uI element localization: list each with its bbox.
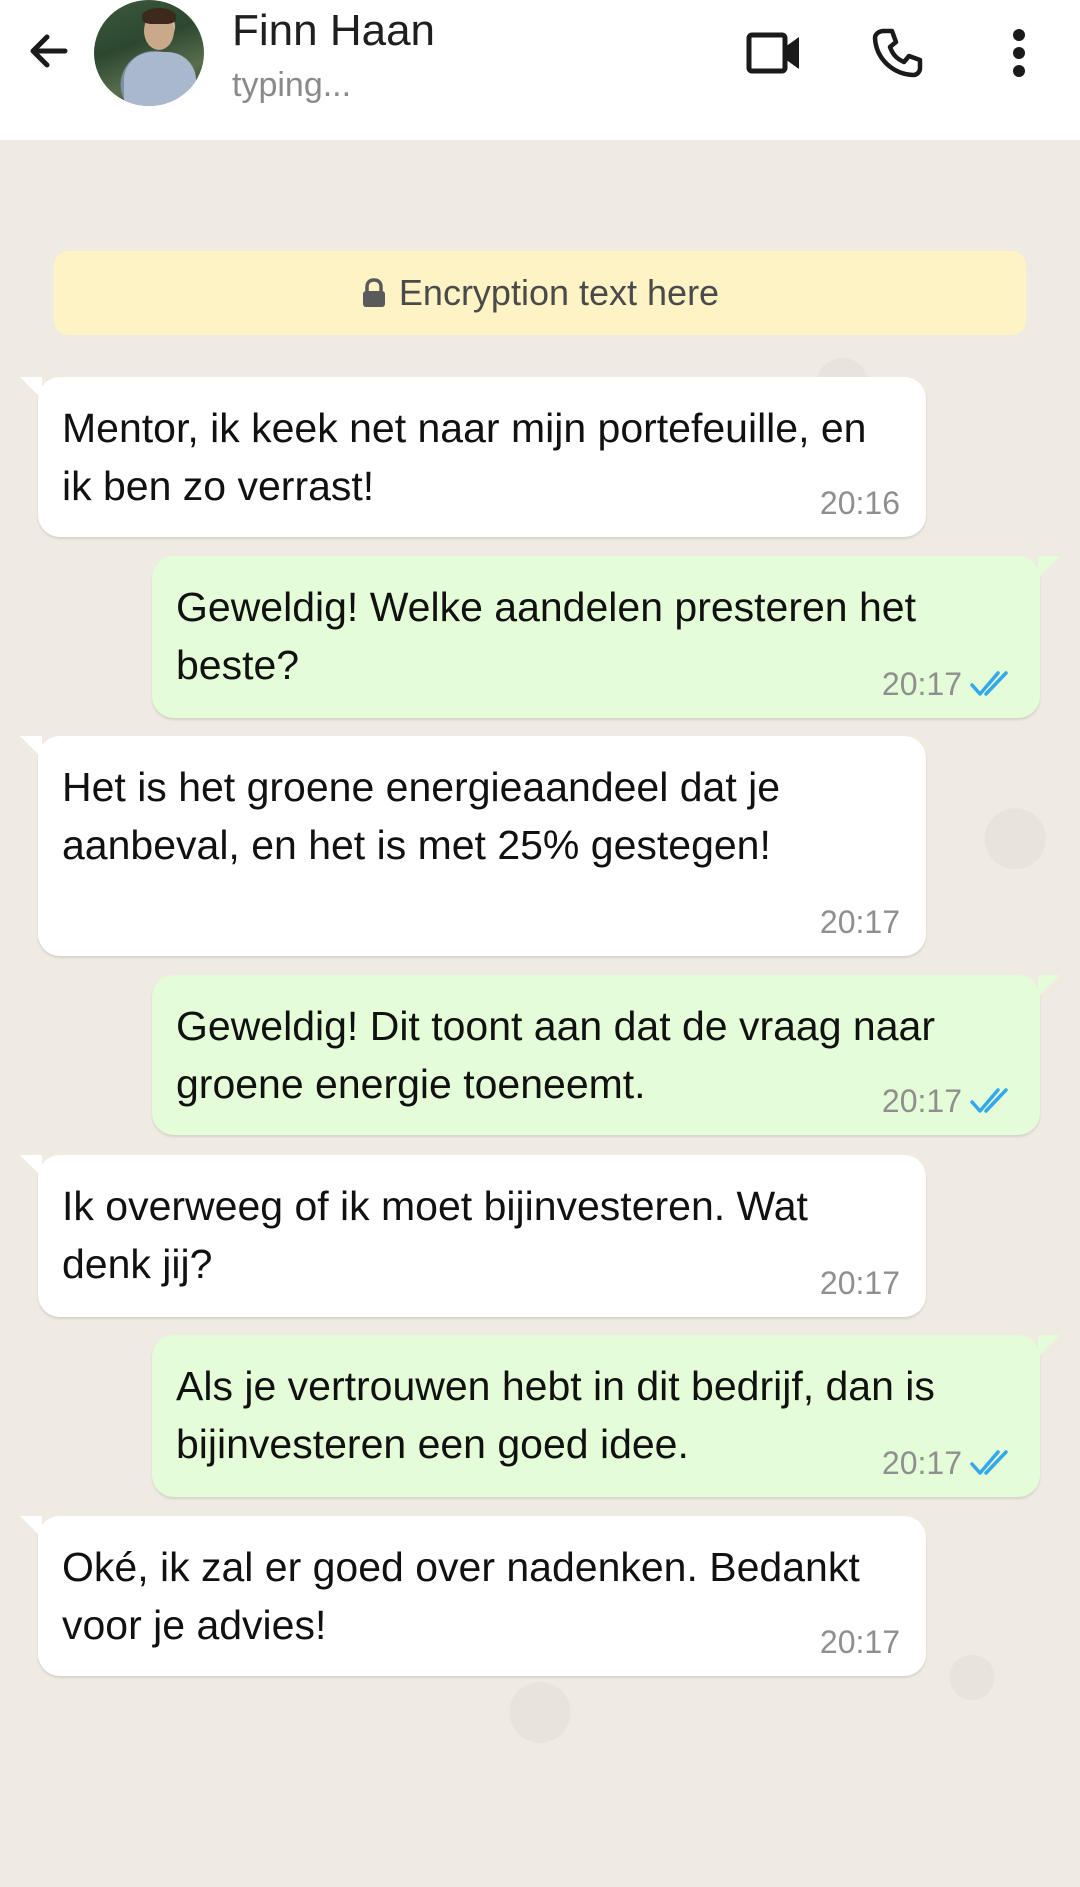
message-time: 20:17 xyxy=(819,1624,900,1660)
message-meta: 20:17 xyxy=(882,1445,1014,1481)
message-bubble-outgoing[interactable]: Geweldig! Dit toont aan dat de vraag naa… xyxy=(152,975,1060,1135)
message-bubble-incoming[interactable]: Mentor, ik keek net naar mijn portefeuil… xyxy=(20,377,926,537)
more-options-button[interactable] xyxy=(984,22,1054,84)
message-meta: 20:17 xyxy=(882,1083,1014,1119)
voice-call-button[interactable] xyxy=(862,22,932,84)
message-meta: 20:17 xyxy=(820,904,900,940)
message-meta: 20:17 xyxy=(820,1265,900,1301)
message-meta: 20:17 xyxy=(820,1624,900,1660)
message-text: Het is het groene energieaandeel dat je … xyxy=(62,764,781,868)
encryption-notice[interactable]: Encryption text here xyxy=(54,251,1026,335)
double-check-icon xyxy=(970,1448,1014,1478)
message-time: 20:17 xyxy=(881,666,962,702)
contact-name[interactable]: Finn Haan xyxy=(232,6,435,56)
message-time: 20:17 xyxy=(819,904,900,940)
back-button[interactable] xyxy=(18,20,80,82)
message-time: 20:17 xyxy=(881,1083,962,1119)
message-text: Ik overweeg of ik moet bijinvesteren. Wa… xyxy=(62,1183,808,1287)
message-text: Mentor, ik keek net naar mijn portefeuil… xyxy=(62,405,867,509)
message-meta: 20:16 xyxy=(820,485,900,521)
message-bubble-outgoing[interactable]: Geweldig! Welke aandelen presteren het b… xyxy=(152,556,1060,718)
message-time: 20:17 xyxy=(881,1445,962,1481)
arrow-left-icon xyxy=(30,34,68,68)
message-time: 20:17 xyxy=(819,1265,900,1301)
contact-status: typing... xyxy=(232,66,352,104)
lock-icon xyxy=(362,278,385,307)
encryption-text: Encryption text here xyxy=(398,272,720,313)
more-vertical-icon xyxy=(1013,29,1025,77)
video-camera-icon xyxy=(746,32,799,74)
message-bubble-incoming[interactable]: Ik overweeg of ik moet bijinvesteren. Wa… xyxy=(20,1155,926,1317)
message-bubble-incoming[interactable]: Oké, ik zal er goed over nadenken. Bedan… xyxy=(20,1516,926,1676)
message-bubble-outgoing[interactable]: Als je vertrouwen hebt in dit bedrijf, d… xyxy=(152,1335,1060,1497)
double-check-icon xyxy=(970,1086,1014,1116)
message-time: 20:16 xyxy=(819,485,900,521)
message-text: Oké, ik zal er goed over nadenken. Bedan… xyxy=(62,1544,860,1648)
message-bubble-incoming[interactable]: Het is het groene energieaandeel dat je … xyxy=(20,736,926,956)
phone-icon xyxy=(872,28,923,78)
message-meta: 20:17 xyxy=(882,666,1014,702)
avatar[interactable] xyxy=(94,0,204,106)
video-call-button[interactable] xyxy=(740,22,810,84)
chat-header: Finn Haan typing... xyxy=(0,0,1080,140)
double-check-icon xyxy=(970,669,1014,699)
